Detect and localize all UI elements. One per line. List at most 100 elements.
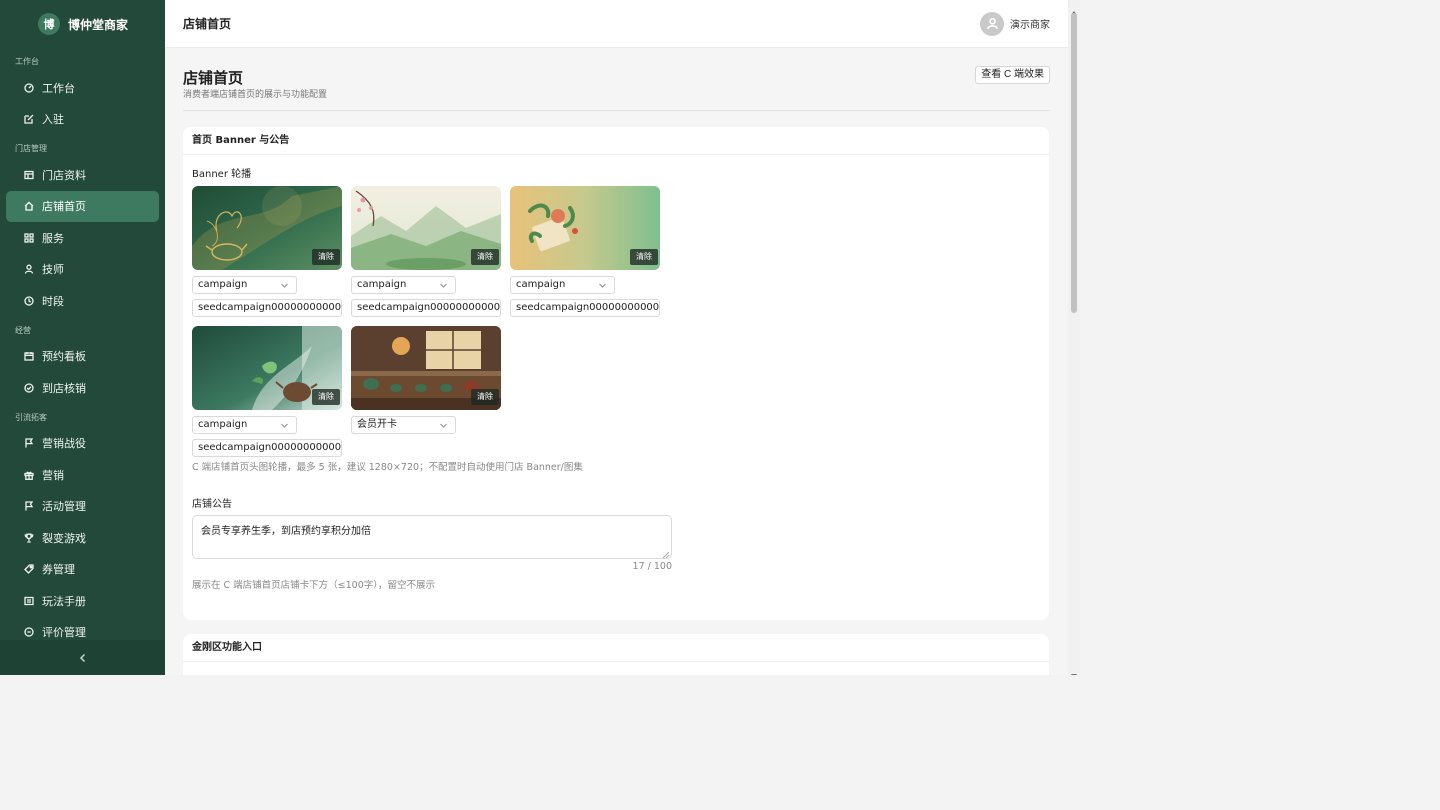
avatar [980, 11, 1004, 36]
clear-banner-button[interactable]: 清除 [471, 249, 499, 265]
select-value: 会员开卡 [357, 419, 397, 430]
page-title: 店铺首页 [183, 69, 244, 87]
banner-type-select[interactable]: campaign [192, 276, 297, 294]
clear-banner-button[interactable]: 清除 [312, 249, 340, 265]
sidebar-item-label: 门店资料 [42, 168, 86, 182]
sidebar-item-label: 技师 [42, 263, 64, 277]
header-title: 店铺首页 [183, 17, 232, 31]
sidebar-collapse-button[interactable] [0, 640, 165, 675]
user-menu[interactable]: 演示商家 [980, 11, 1050, 36]
sidebar-item-reviews[interactable]: 评价管理 [6, 617, 159, 641]
app-window: 博 博仲堂商家 工作台 工作台 入驻 门店管理 门店资料 店铺首页 服务 技师 … [0, 0, 1080, 675]
clear-banner-button[interactable]: 清除 [312, 389, 340, 405]
sidebar-item-campaigns[interactable]: 营销战役 [6, 428, 159, 460]
sidebar-item-playbook[interactable]: 玩法手册 [6, 585, 159, 617]
sidebar-item-label: 营销 [42, 468, 64, 482]
sidebar-item-store-info[interactable]: 门店资料 [6, 159, 159, 191]
brand[interactable]: 博 博仲堂商家 [0, 0, 165, 48]
notice-textarea[interactable]: 会员专享养生季，到店预约享积分加倍 [192, 515, 672, 559]
banner-target-id-input[interactable]: seedcampaign00000000000004 [192, 439, 342, 457]
trophy-icon [24, 533, 34, 543]
grid-icon [24, 233, 34, 243]
banner-type-select[interactable]: campaign [510, 276, 615, 294]
tag-icon [24, 564, 34, 575]
sidebar-item-services[interactable]: 服务 [6, 222, 159, 254]
book-icon [24, 596, 34, 606]
banner-image[interactable]: 清除 [510, 186, 660, 270]
comment-icon [24, 627, 34, 637]
select-value: campaign [516, 279, 566, 290]
sidebar-item-fission-games[interactable]: 裂变游戏 [6, 522, 159, 554]
sidebar-item-label: 预约看板 [42, 350, 86, 364]
sidebar-item-timeslots[interactable]: 时段 [6, 285, 159, 317]
sidebar-item-label: 入驻 [42, 113, 64, 127]
resize-grip-icon[interactable] [662, 550, 670, 559]
nav-group-title: 工作台 [15, 57, 39, 66]
edit-icon [24, 114, 34, 124]
vertical-scrollbar[interactable] [1068, 0, 1080, 675]
sidebar-item-onboarding[interactable]: 入驻 [6, 104, 159, 136]
gift-icon [24, 470, 34, 480]
card-title: 首页 Banner 与公告 [183, 127, 1049, 155]
sidebar-item-marketing[interactable]: 营销 [6, 459, 159, 491]
chevron-down-icon [598, 280, 607, 289]
sidebar-item-activities[interactable]: 活动管理 [6, 491, 159, 523]
nav-group-title: 经营 [15, 325, 31, 335]
sidebar-item-technicians[interactable]: 技师 [6, 254, 159, 286]
sidebar-item-label: 券管理 [42, 563, 75, 577]
calendar-icon [24, 351, 34, 361]
chevron-left-icon [78, 648, 88, 667]
chevron-down-icon [280, 420, 289, 429]
banner-image[interactable]: 清除 [351, 326, 501, 410]
notice-text: 会员专享养生季，到店预约享积分加倍 [201, 526, 371, 537]
view-c-end-button[interactable]: 查看 C 端效果 [975, 66, 1050, 84]
nav-group-title: 引流拓客 [15, 412, 47, 422]
home-icon [24, 201, 34, 211]
page-header: 店铺首页 消费者端店铺首页的展示与功能配置 查看 C 端效果 [183, 48, 1050, 111]
sidebar-item-coupons[interactable]: 券管理 [6, 554, 159, 586]
banner-target-id-input[interactable]: seedcampaign00000000000002 [351, 299, 501, 317]
page-subtitle: 消费者端店铺首页的展示与功能配置 [183, 90, 328, 100]
card-title: 金刚区功能入口 [183, 634, 1049, 662]
banner-target-id-input[interactable]: seedcampaign00000000000003 [510, 299, 660, 317]
brand-logo: 博 [38, 13, 60, 35]
sidebar-item-label: 服务 [42, 231, 64, 245]
sidebar-item-booking-board[interactable]: 预约看板 [6, 341, 159, 373]
banner-target-id-input[interactable]: seedcampaign00000000000001 [192, 299, 342, 317]
sidebar-item-label: 活动管理 [42, 500, 86, 514]
sidebar-item-label: 营销战役 [42, 437, 86, 451]
brand-name: 博仲堂商家 [68, 17, 129, 32]
sidebar-item-label: 评价管理 [42, 626, 86, 640]
banner-image[interactable]: 清除 [192, 326, 342, 410]
scrollbar-thumb[interactable] [1071, 13, 1077, 313]
sidebar-item-label: 到店核销 [42, 381, 86, 395]
check-circle-icon [24, 383, 34, 393]
carousel-hint: C 端店铺首页头图轮播，最多 5 张，建议 1280×720；不配置时自动使用门… [192, 462, 583, 473]
sidebar-item-checkin[interactable]: 到店核销 [6, 372, 159, 404]
nav-group-title: 门店管理 [15, 144, 47, 153]
scroll-up-icon[interactable] [1070, 2, 1078, 15]
clear-banner-button[interactable]: 清除 [630, 249, 658, 265]
banner-type-select[interactable]: campaign [192, 416, 297, 434]
banner-image[interactable]: 清除 [351, 186, 501, 270]
clear-banner-button[interactable]: 清除 [471, 389, 499, 405]
clock-icon [24, 296, 34, 306]
sidebar-item-shop-home[interactable]: 店铺首页 [6, 190, 159, 222]
sidebar-nav: 工作台 工作台 入驻 门店管理 门店资料 店铺首页 服务 技师 时段 经营 预约… [0, 48, 165, 640]
chevron-down-icon [439, 420, 448, 429]
chevron-down-icon [280, 280, 289, 289]
flag-icon [24, 438, 34, 448]
notice-char-counter: 17 / 100 [632, 561, 672, 572]
chevron-down-icon [439, 280, 448, 289]
sidebar-item-dashboard[interactable]: 工作台 [6, 72, 159, 104]
banner-image[interactable]: 清除 [192, 186, 342, 270]
banner-type-select[interactable]: 会员开卡 [351, 416, 456, 434]
scroll-down-icon[interactable] [1070, 665, 1078, 675]
notice-hint: 展示在 C 端店铺首页店铺卡下方（≤100字），留空不展示 [192, 580, 436, 591]
select-value: campaign [357, 279, 407, 290]
dashboard-icon [24, 83, 34, 93]
sidebar-item-label: 工作台 [42, 81, 75, 95]
flag-icon [24, 501, 34, 511]
select-value: campaign [198, 419, 248, 430]
banner-type-select[interactable]: campaign [351, 276, 456, 294]
